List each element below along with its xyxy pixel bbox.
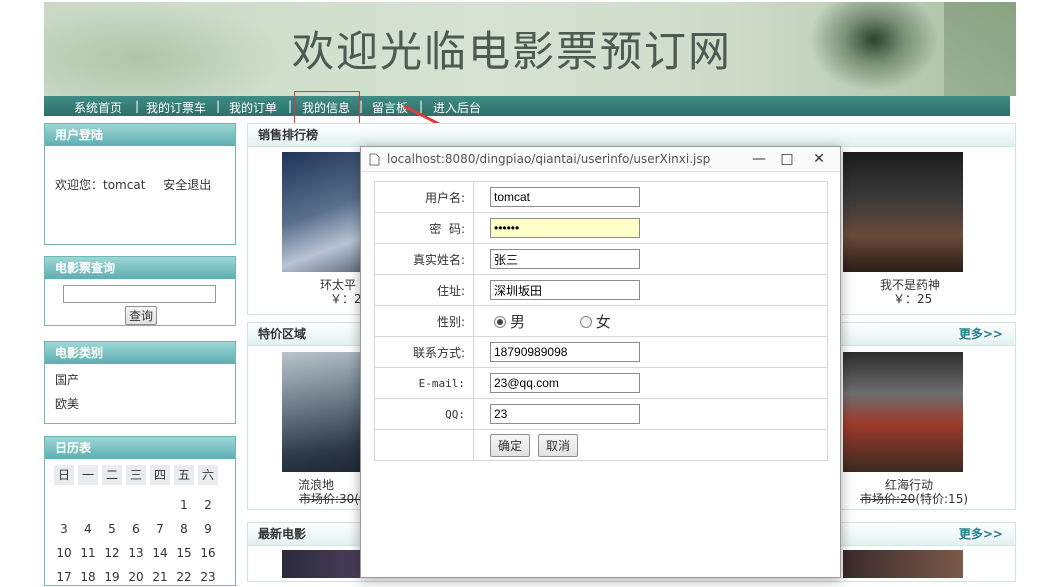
calendar-weekday: 六: [198, 465, 218, 485]
login-panel-title: 用户登陆: [45, 124, 235, 146]
calendar-day[interactable]: 22: [174, 567, 194, 587]
calendar-day[interactable]: 10: [54, 543, 74, 563]
maximize-icon[interactable]: □: [773, 150, 801, 168]
address-input[interactable]: [490, 280, 640, 300]
password-input[interactable]: [490, 218, 640, 238]
calendar-day[interactable]: 17: [54, 567, 74, 587]
calendar-day[interactable]: 8: [174, 519, 194, 539]
category-item-western[interactable]: 欧美: [55, 392, 225, 416]
special-more-link[interactable]: 更多>>: [959, 323, 1003, 345]
cancel-button[interactable]: 取消: [538, 433, 579, 457]
banner-decoration-right: [944, 2, 1016, 96]
special-section-title: 特价区域: [258, 327, 307, 341]
nav-separator: |: [135, 99, 140, 113]
movie-price: ￥：2: [330, 292, 362, 306]
calendar-day[interactable]: 6: [126, 519, 146, 539]
market-price: 市场价:20: [860, 492, 916, 506]
calendar-day[interactable]: 21: [150, 567, 170, 587]
banner-decoration-bamboo: [804, 2, 944, 96]
empty-cell: [374, 429, 474, 461]
logout-link[interactable]: 安全退出: [163, 178, 211, 192]
calendar-weekday: 二: [102, 465, 122, 485]
calendar-day[interactable]: 18: [78, 567, 98, 587]
latest-more-link[interactable]: 更多>>: [959, 523, 1003, 545]
gender-female-label: 女: [595, 312, 611, 331]
nav-separator: |: [216, 99, 221, 113]
calendar-day[interactable]: 9: [198, 519, 218, 539]
movie-poster-dying-to-survive[interactable]: [843, 152, 963, 272]
nav-highlight-box: [294, 91, 360, 124]
calendar-day[interactable]: 4: [78, 519, 98, 539]
calendar-day[interactable]: 13: [126, 543, 146, 563]
calendar-day[interactable]: 7: [150, 519, 170, 539]
user-info-form: 用户名: 密 码: 真实姓名: 住址: 性别: 男 女 联系方式: E-ma: [374, 181, 828, 461]
calendar-day[interactable]: 14: [150, 543, 170, 563]
movie-price: 市场价:20(特价:15): [860, 490, 968, 507]
search-button[interactable]: 查询: [125, 306, 158, 325]
calendar-day[interactable]: 5: [102, 519, 122, 539]
field-label: 性别:: [374, 305, 474, 337]
confirm-button[interactable]: 确定: [490, 433, 531, 457]
search-panel-title: 电影票查询: [45, 257, 235, 279]
movie-price: ￥：25: [893, 292, 933, 306]
category-item-domestic[interactable]: 国产: [55, 368, 225, 392]
calendar-day[interactable]: 11: [78, 543, 98, 563]
calendar-day[interactable]: 23: [198, 567, 218, 587]
field-label: 联系方式:: [374, 336, 474, 368]
welcome-text: 欢迎您：tomcat: [55, 178, 146, 192]
field-label: 真实姓名:: [374, 243, 474, 275]
real-name-input[interactable]: [490, 249, 640, 269]
latest-section-title: 最新电影: [258, 527, 307, 541]
login-panel: 用户登陆 欢迎您：tomcat 安全退出: [44, 123, 236, 245]
calendar-panel-title: 日历表: [45, 437, 235, 459]
calendar-weekday: 五: [174, 465, 194, 485]
banner-decoration-left: [44, 2, 284, 96]
calendar-weekday: 一: [78, 465, 98, 485]
nav-item-cart[interactable]: 我的订票车: [146, 99, 206, 116]
page-icon: [369, 153, 380, 166]
search-panel: 电影票查询 查询: [44, 256, 236, 326]
qq-input[interactable]: [490, 404, 640, 424]
nav-item-home[interactable]: 系统首页: [74, 99, 122, 116]
calendar-weekday: 四: [150, 465, 170, 485]
calendar-day[interactable]: 2: [198, 495, 218, 515]
special-price: (特价:15): [915, 492, 969, 506]
minimize-icon[interactable]: —: [745, 150, 773, 168]
gender-female-radio[interactable]: [579, 316, 592, 328]
calendar-weekday: 日: [54, 465, 74, 485]
search-input[interactable]: [63, 285, 216, 303]
close-icon[interactable]: ✕: [805, 150, 833, 168]
user-info-popup-window: localhost:8080/dingpiao/qiantai/userinfo…: [360, 146, 841, 578]
calendar-day[interactable]: 20: [126, 567, 146, 587]
calendar-day[interactable]: 19: [102, 567, 122, 587]
nav-separator: |: [288, 99, 293, 113]
calendar-weekday: 三: [126, 465, 146, 485]
field-label: E-mail:: [374, 367, 474, 399]
field-label: 住址:: [374, 274, 474, 306]
calendar-day[interactable]: 12: [102, 543, 122, 563]
field-label: 密 码:: [374, 212, 474, 244]
gender-male-label: 男: [510, 312, 526, 331]
movie-poster-latest-2[interactable]: [843, 550, 963, 578]
email-input[interactable]: [490, 373, 640, 393]
category-panel: 电影类别 国产 欧美: [44, 341, 236, 424]
calendar-day[interactable]: 3: [54, 519, 74, 539]
category-panel-title: 电影类别: [45, 342, 235, 364]
ranking-section-title: 销售排行榜: [248, 124, 1015, 147]
calendar-day[interactable]: 1: [174, 495, 194, 515]
username-input[interactable]: [490, 187, 640, 207]
main-nav: 系统首页 | 我的订票车 | 我的订单 | 我的信息 | 留言板 | 进入后台: [44, 96, 1010, 116]
calendar-day[interactable]: 15: [174, 543, 194, 563]
gender-male-radio[interactable]: [494, 316, 506, 328]
field-label: QQ:: [374, 398, 474, 430]
popup-titlebar: localhost:8080/dingpiao/qiantai/userinfo…: [361, 147, 840, 172]
field-label: 用户名:: [374, 181, 474, 213]
calendar-day[interactable]: 16: [198, 543, 218, 563]
popup-url: localhost:8080/dingpiao/qiantai/userinfo…: [387, 152, 711, 166]
phone-input[interactable]: [490, 342, 640, 362]
movie-poster-operation-red-sea[interactable]: [843, 352, 963, 472]
site-title: 欢迎光临电影票预订网: [292, 27, 733, 76]
nav-item-orders[interactable]: 我的订单: [229, 99, 277, 116]
site-banner: 欢迎光临电影票预订网: [44, 2, 1016, 96]
